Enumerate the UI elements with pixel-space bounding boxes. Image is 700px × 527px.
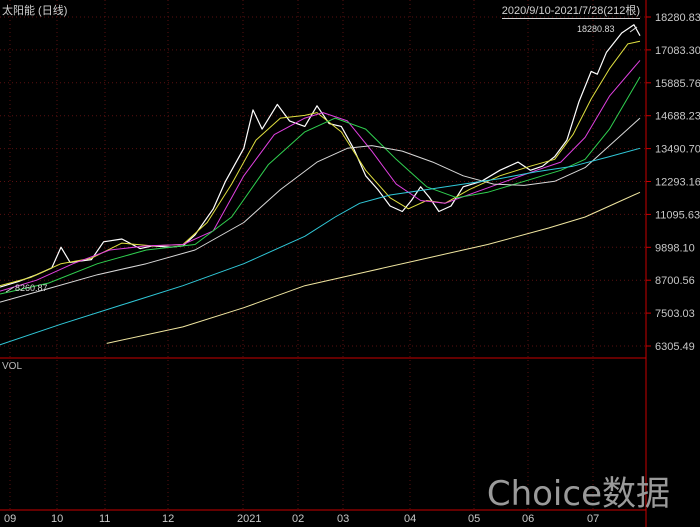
- high-value-label: 18280.83: [577, 24, 615, 34]
- series-line-4: [0, 117, 641, 303]
- y-tick-label: 8700.56: [655, 275, 695, 287]
- x-tick-label: 03: [337, 513, 349, 525]
- x-tick-label: 12: [162, 513, 174, 525]
- low-value-label: 8260.87: [15, 283, 48, 293]
- y-tick-label: 9898.10: [655, 242, 695, 254]
- date-range[interactable]: 2020/9/10-2021/7/28(212根): [501, 2, 640, 19]
- y-tick-label: 7503.03: [655, 308, 695, 320]
- series-lines: [0, 24, 641, 346]
- volume-label: VOL: [2, 361, 23, 372]
- x-tick-label: 04: [404, 513, 416, 525]
- x-tick-label: 02: [292, 513, 304, 525]
- watermark-logo: Choice数据: [486, 474, 670, 514]
- x-tick-label: 05: [468, 513, 480, 525]
- series-line-5: [0, 147, 641, 346]
- x-tick-label: 10: [51, 513, 63, 525]
- x-tick-label: 09: [4, 513, 16, 525]
- y-tick-label: 15885.76: [655, 78, 700, 90]
- series-line-1: [0, 40, 641, 287]
- series-line-6: [106, 191, 641, 344]
- y-tick-label: 14688.23: [655, 111, 700, 123]
- y-tick-labels: 18280.83 17083.30 15885.76 14688.23 13490.70…: [646, 12, 700, 353]
- x-tick-label: 11: [99, 513, 110, 525]
- chart-title: 太阳能 (日线): [2, 5, 68, 17]
- y-tick-label: 13490.70: [655, 144, 700, 156]
- price-chart: 09 10 11 12 2021 02 03 04 05 06 07 18280.8317083.3…: [0, 0, 700, 527]
- y-tick-label: 18280.83: [655, 12, 700, 24]
- y-tick-label: 11095.63: [655, 209, 700, 221]
- y-tick-label: 12293.16: [655, 177, 700, 189]
- y-tick-label: 6305.49: [655, 341, 695, 353]
- x-tick-label: 2021: [237, 513, 261, 525]
- y-tick-label: 17083.30: [655, 45, 700, 57]
